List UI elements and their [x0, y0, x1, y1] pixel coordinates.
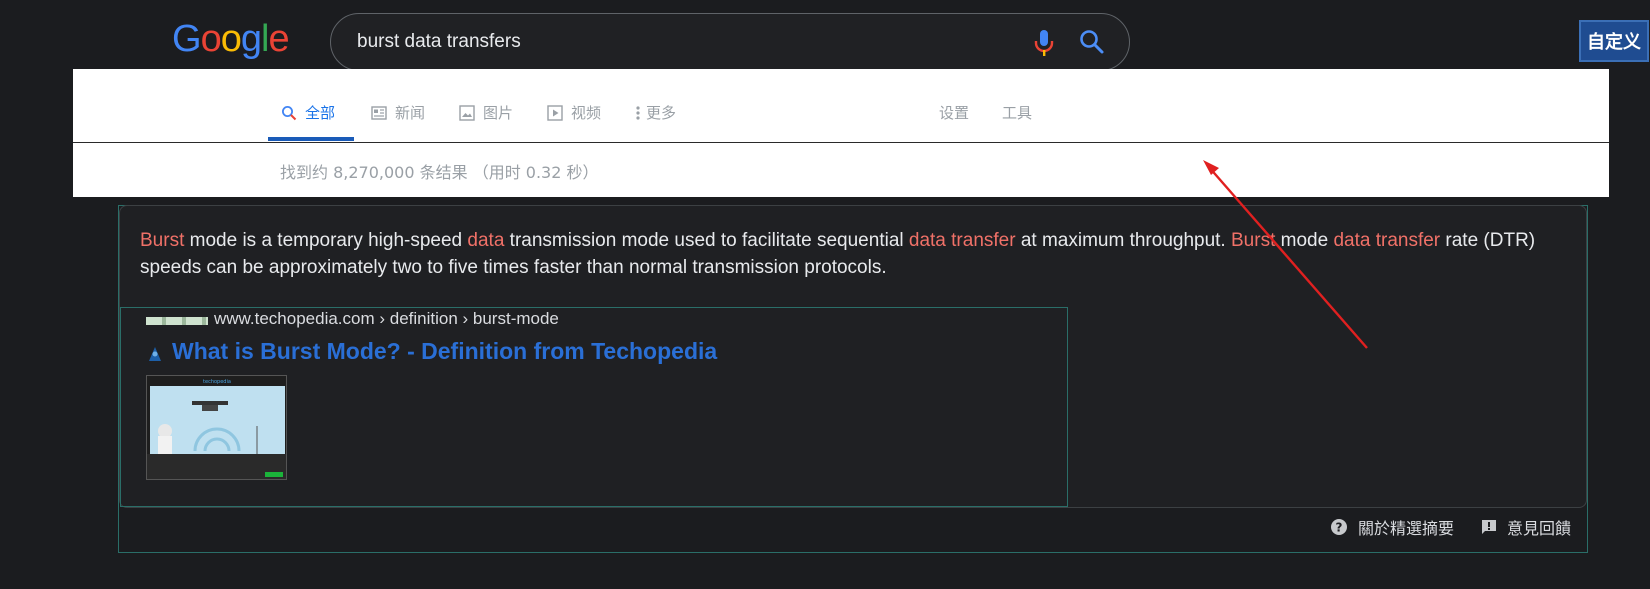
tab-label: 全部 [305, 104, 336, 122]
search-tabs-panel: 全部 新闻 图片 视频 更多 设置 工具 找到约 8,270,000 条结果 （… [73, 69, 1609, 197]
result-stats: 找到约 8,270,000 条结果 （用时 0.32 秒） [280, 163, 599, 182]
snippet-text: mode is a temporary high-speed [184, 230, 468, 251]
tab-label: 新闻 [395, 104, 426, 122]
snippet-text: data transfer [1333, 230, 1441, 251]
snippet-text: Burst [140, 230, 185, 251]
logo-letter: g [240, 18, 262, 60]
tab-settings[interactable]: 设置 [939, 102, 969, 123]
snippet-text: mode [1275, 230, 1334, 251]
logo-letter: o [220, 18, 242, 60]
tabs-bar: 全部 新闻 图片 视频 更多 设置 工具 [73, 69, 1609, 143]
more-vertical-icon [636, 105, 640, 121]
search-box[interactable]: burst data transfers [330, 13, 1130, 71]
tab-videos[interactable]: 视频 [547, 102, 601, 123]
logo-letter: G [172, 18, 202, 60]
feedback-link[interactable]: 意見回饋 [1481, 515, 1571, 539]
about-featured-snippets-link[interactable]: ? 關於精選摘要 [1330, 515, 1454, 539]
image-icon [459, 104, 475, 121]
feedback-label: 意見回饋 [1507, 519, 1572, 538]
snippet-text: data [467, 230, 505, 251]
site-favicon-icon [146, 317, 208, 325]
tab-news[interactable]: 新闻 [371, 102, 425, 123]
result-title-link[interactable]: What is Burst Mode? - Definition from Te… [172, 338, 717, 365]
snippet-text: Burst [1231, 230, 1276, 251]
tab-more[interactable]: 更多 [636, 102, 676, 123]
tab-tools[interactable]: 工具 [1002, 102, 1032, 123]
video-play-icon [547, 104, 563, 121]
newspaper-icon [371, 105, 387, 120]
result-thumbnail[interactable]: techopedia [146, 375, 287, 480]
featured-snippet-text: Burst mode is a temporary high-speed dat… [140, 227, 1560, 281]
tab-label: 工具 [1002, 104, 1033, 122]
search-icon [281, 105, 297, 121]
snippet-text: at maximum throughput. [1015, 230, 1231, 251]
tab-label: 设置 [939, 104, 970, 122]
tab-label: 视频 [571, 104, 602, 122]
result-breadcrumb[interactable]: www.techopedia.com › definition › burst-… [214, 309, 559, 329]
search-input[interactable]: burst data transfers [357, 31, 521, 53]
feedback-icon [1481, 519, 1497, 535]
active-tab-indicator [268, 137, 354, 141]
search-icon[interactable] [1079, 29, 1105, 60]
tab-label: 图片 [483, 104, 514, 122]
microphone-icon[interactable] [1034, 29, 1054, 62]
google-logo[interactable]: Google [172, 18, 290, 61]
tab-all[interactable]: 全部 [281, 102, 335, 123]
help-circle-icon: ? [1330, 518, 1348, 536]
logo-letter: o [200, 18, 222, 60]
tab-label: 更多 [646, 104, 677, 122]
site-icon [146, 345, 164, 368]
tab-images[interactable]: 图片 [459, 102, 513, 123]
svg-text:?: ? [1336, 521, 1343, 535]
customize-button[interactable]: 自定义 [1579, 20, 1649, 62]
snippet-text: transmission mode used to facilitate seq… [504, 230, 909, 251]
thumbnail-logo: techopedia [203, 379, 231, 385]
about-label: 關於精選摘要 [1358, 519, 1455, 538]
snippet-text: data transfer [908, 230, 1016, 251]
logo-letter: e [268, 18, 289, 60]
